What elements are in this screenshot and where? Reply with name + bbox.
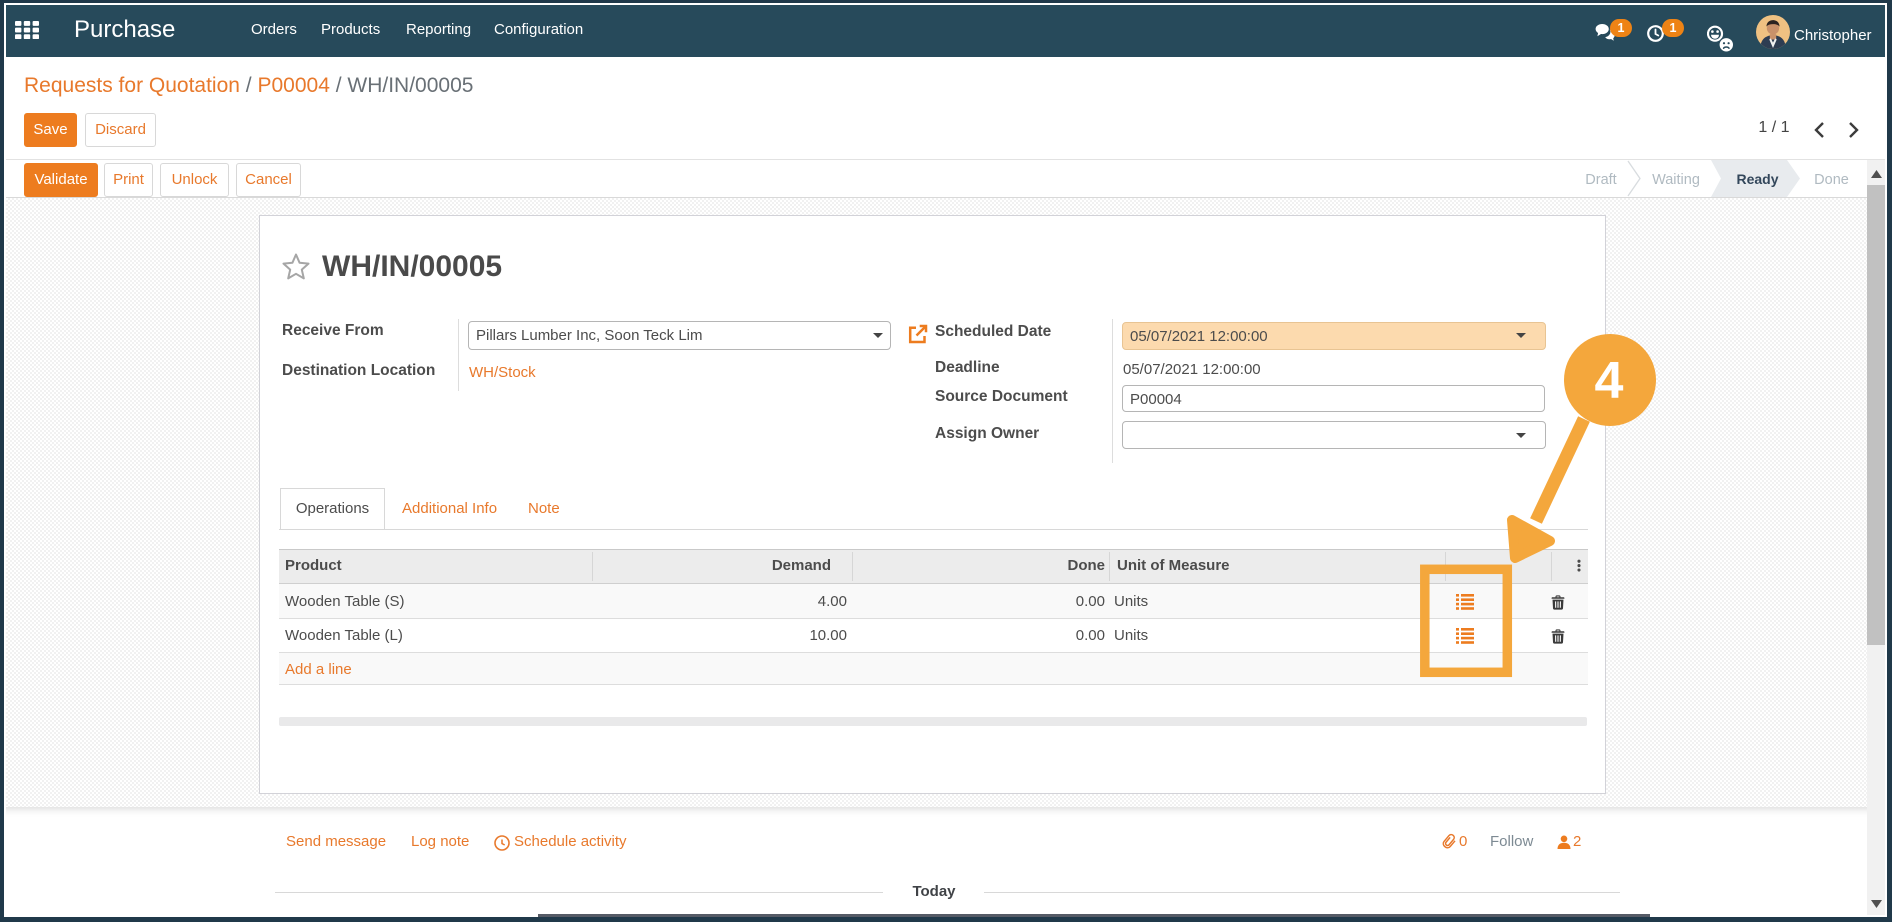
- svg-text:Done: Done: [1814, 172, 1849, 188]
- svg-text:Draft: Draft: [1585, 172, 1616, 188]
- svg-text:Ready: Ready: [1736, 171, 1778, 187]
- svg-text:Waiting: Waiting: [1652, 172, 1700, 188]
